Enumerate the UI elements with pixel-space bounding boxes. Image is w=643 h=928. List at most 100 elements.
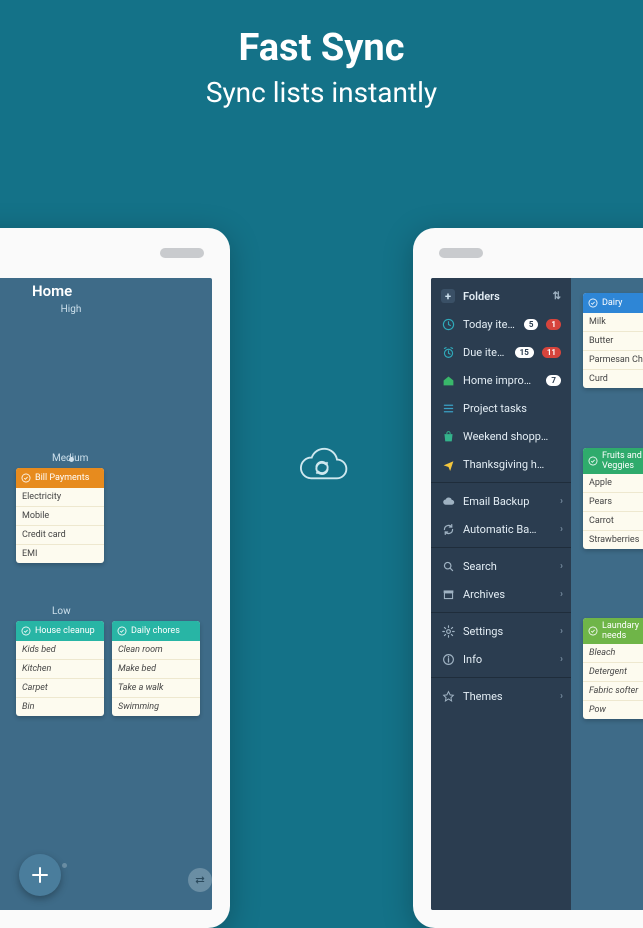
- hero-title: Fast Sync: [0, 26, 643, 70]
- list-item[interactable]: Kids bed: [16, 641, 104, 660]
- list-item[interactable]: Carrot: [583, 512, 643, 531]
- sidebar-folders-label: Folders: [463, 290, 545, 303]
- sidebar-item-label: Thanksgiving h…: [463, 458, 561, 471]
- alarm-icon: [441, 345, 455, 359]
- sidebar-search[interactable]: Search ›: [431, 552, 571, 580]
- sidebar-item-thanksgiving[interactable]: Thanksgiving h…: [431, 450, 571, 478]
- list-item[interactable]: Strawberries: [583, 531, 643, 549]
- list-item[interactable]: Electricity: [16, 488, 104, 507]
- sidebar-item-weekend-shopping[interactable]: Weekend shopp…: [431, 422, 571, 450]
- list-item[interactable]: Pow: [583, 701, 643, 719]
- list-item[interactable]: Detergent: [583, 663, 643, 682]
- sidebar-item-home-improvement[interactable]: Home impro… 7: [431, 366, 571, 394]
- sidebar-settings[interactable]: Settings ›: [431, 617, 571, 645]
- sidebar-item-due[interactable]: Due items 15 11: [431, 338, 571, 366]
- card-dairy[interactable]: Dairy Milk Butter Parmesan Che Curd: [583, 293, 643, 388]
- card-bill-payments[interactable]: Bill Payments Electricity Mobile Credit …: [16, 468, 104, 563]
- chevron-right-icon: ›: [560, 691, 563, 702]
- priority-low-label: Low: [16, 606, 212, 621]
- count-badge: 7: [546, 375, 561, 386]
- list-item[interactable]: Make bed: [112, 660, 200, 679]
- list-item[interactable]: Pears: [583, 493, 643, 512]
- check-circle-icon: [588, 456, 598, 466]
- card-title: House cleanup: [35, 626, 95, 636]
- list-item[interactable]: Butter: [583, 332, 643, 351]
- chevron-right-icon: ›: [560, 654, 563, 665]
- list-item[interactable]: Carpet: [16, 679, 104, 698]
- sidebar-item-project[interactable]: Project tasks: [431, 394, 571, 422]
- count-badge-alert: 11: [542, 347, 561, 358]
- home-icon: [441, 373, 455, 387]
- add-folder-button[interactable]: +: [441, 289, 455, 303]
- chevron-right-icon: ›: [560, 589, 563, 600]
- card-title: Laundary needs: [602, 621, 643, 641]
- list-item[interactable]: Bleach: [583, 644, 643, 663]
- priority-high-label: High: [16, 302, 126, 317]
- swap-view-button[interactable]: [188, 868, 212, 892]
- list-item[interactable]: Fabric softer: [583, 682, 643, 701]
- list-area: Dairy Milk Butter Parmesan Che Curd Frui…: [573, 278, 643, 910]
- count-badge: 15: [515, 347, 534, 358]
- card-fruits-veggies[interactable]: Fruits and Veggies Apple Pears Carrot St…: [583, 448, 643, 549]
- search-icon: [441, 559, 455, 573]
- list-item[interactable]: Clean room: [112, 641, 200, 660]
- list-item[interactable]: Take a walk: [112, 679, 200, 698]
- sidebar-archives[interactable]: Archives ›: [431, 580, 571, 608]
- sidebar-item-label: Due items: [463, 346, 507, 359]
- sidebar-info[interactable]: Info ›: [431, 645, 571, 673]
- check-circle-icon: [588, 298, 598, 308]
- sidebar-item-label: Search: [463, 560, 561, 573]
- sidebar-item-today[interactable]: Today items 5 1: [431, 310, 571, 338]
- list-item[interactable]: Parmesan Che: [583, 351, 643, 370]
- sidebar-item-label: Archives: [463, 588, 561, 601]
- add-button[interactable]: [19, 854, 61, 896]
- card-title: Daily chores: [131, 626, 180, 636]
- list-icon: [441, 401, 455, 415]
- hero: Fast Sync Sync lists instantly: [0, 0, 643, 109]
- themes-icon: [441, 689, 455, 703]
- list-item[interactable]: Bin: [16, 698, 104, 716]
- card-house-cleanup[interactable]: House cleanup Kids bed Kitchen Carpet Bi…: [16, 621, 104, 716]
- card-title: Bill Payments: [35, 473, 89, 483]
- list-item[interactable]: Curd: [583, 370, 643, 388]
- list-item[interactable]: Mobile: [16, 507, 104, 526]
- plus-icon: [31, 866, 49, 884]
- info-icon: [441, 652, 455, 666]
- card-daily-chores[interactable]: Daily chores Clean room Make bed Take a …: [112, 621, 200, 716]
- list-item[interactable]: Swimming: [112, 698, 200, 716]
- list-item[interactable]: Credit card: [16, 526, 104, 545]
- list-item[interactable]: Kitchen: [16, 660, 104, 679]
- sidebar-automatic-backup[interactable]: Automatic Ba… ›: [431, 515, 571, 543]
- chevron-right-icon: ›: [560, 626, 563, 637]
- refresh-icon: [441, 522, 455, 536]
- check-circle-icon: [117, 626, 127, 636]
- chevron-right-icon: ›: [560, 561, 563, 572]
- priority-medium-label: Medium: [16, 453, 106, 468]
- chevron-right-icon: ›: [560, 496, 563, 507]
- card-laundry[interactable]: Laundary needs Bleach Detergent Fabric s…: [583, 618, 643, 719]
- plane-icon: [441, 457, 455, 471]
- cloud-sync-icon: [292, 445, 352, 493]
- check-circle-icon: [588, 626, 598, 636]
- home-indicator: [439, 248, 483, 258]
- expand-collapse-icon[interactable]: ⇅: [553, 291, 561, 302]
- sidebar-item-label: Info: [463, 653, 561, 666]
- chevron-right-icon: ›: [560, 524, 563, 535]
- page-title: Home: [16, 282, 126, 302]
- cloud-icon: [441, 494, 455, 508]
- sidebar-folders-header[interactable]: + Folders ⇅: [431, 282, 571, 310]
- list-item[interactable]: Apple: [583, 474, 643, 493]
- sidebar: + Folders ⇅ Today items 5 1 Due items 15…: [431, 278, 571, 910]
- home-indicator: [160, 248, 204, 258]
- screen-left: Home High Medium Bill Payments Electrici…: [0, 278, 212, 910]
- tablet-right: + Folders ⇅ Today items 5 1 Due items 15…: [413, 228, 643, 928]
- sidebar-item-label: Weekend shopp…: [463, 430, 561, 443]
- count-badge: 5: [524, 319, 539, 330]
- hero-subtitle: Sync lists instantly: [0, 76, 643, 109]
- sidebar-themes[interactable]: Themes ›: [431, 682, 571, 710]
- list-item[interactable]: EMI: [16, 545, 104, 563]
- sidebar-email-backup[interactable]: Email Backup ›: [431, 487, 571, 515]
- sidebar-item-label: Email Backup: [463, 495, 561, 508]
- list-item[interactable]: Milk: [583, 313, 643, 332]
- bag-icon: [441, 429, 455, 443]
